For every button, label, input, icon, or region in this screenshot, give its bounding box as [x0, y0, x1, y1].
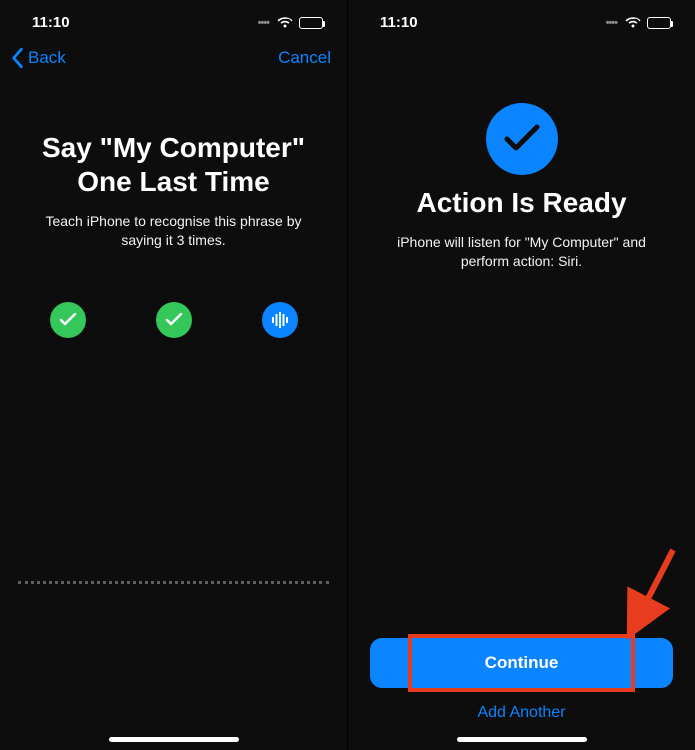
- wifi-icon: [625, 17, 641, 29]
- status-bar: 11:10 ••••: [0, 0, 347, 39]
- screen-action-ready: 11:10 •••• Action Is Ready iPhone will l…: [348, 0, 695, 750]
- home-indicator[interactable]: [109, 737, 239, 742]
- waveform-icon: [271, 312, 289, 328]
- wifi-icon: [277, 17, 293, 29]
- back-label: Back: [28, 48, 66, 68]
- back-button[interactable]: Back: [8, 47, 66, 69]
- step-3-active: [262, 302, 298, 338]
- training-steps: [18, 302, 329, 338]
- battery-icon: [647, 17, 671, 29]
- cellular-icon: ••••: [606, 17, 617, 29]
- audio-waveform: [18, 581, 329, 584]
- battery-icon: [299, 17, 323, 29]
- nav-bar: Back Cancel: [0, 39, 347, 77]
- home-indicator[interactable]: [457, 737, 587, 742]
- cancel-button[interactable]: Cancel: [278, 48, 331, 68]
- checkmark-icon: [59, 313, 77, 327]
- annotation-arrow: [611, 542, 681, 642]
- chevron-left-icon: [8, 47, 26, 69]
- page-title: Action Is Ready: [366, 187, 677, 219]
- page-subtitle: iPhone will listen for "My Computer" and…: [366, 233, 677, 271]
- status-icons: ••••: [606, 17, 671, 29]
- screen-teach-phrase: 11:10 •••• Back Cancel Say "My Computer"…: [0, 0, 347, 750]
- status-bar: 11:10 ••••: [348, 0, 695, 39]
- page-subtitle: Teach iPhone to recognise this phrase by…: [18, 212, 329, 250]
- continue-button[interactable]: Continue: [370, 638, 673, 688]
- status-icons: ••••: [258, 17, 323, 29]
- page-title: Say "My Computer" One Last Time: [18, 131, 329, 198]
- checkmark-icon: [165, 313, 183, 327]
- add-another-button[interactable]: Add Another: [370, 704, 673, 722]
- cellular-icon: ••••: [258, 17, 269, 29]
- step-2-done: [156, 302, 192, 338]
- step-1-done: [50, 302, 86, 338]
- bottom-actions: Continue Add Another: [366, 638, 677, 750]
- status-time: 11:10: [380, 14, 418, 31]
- status-time: 11:10: [32, 14, 70, 31]
- success-badge: [486, 103, 558, 175]
- checkmark-icon: [503, 124, 541, 154]
